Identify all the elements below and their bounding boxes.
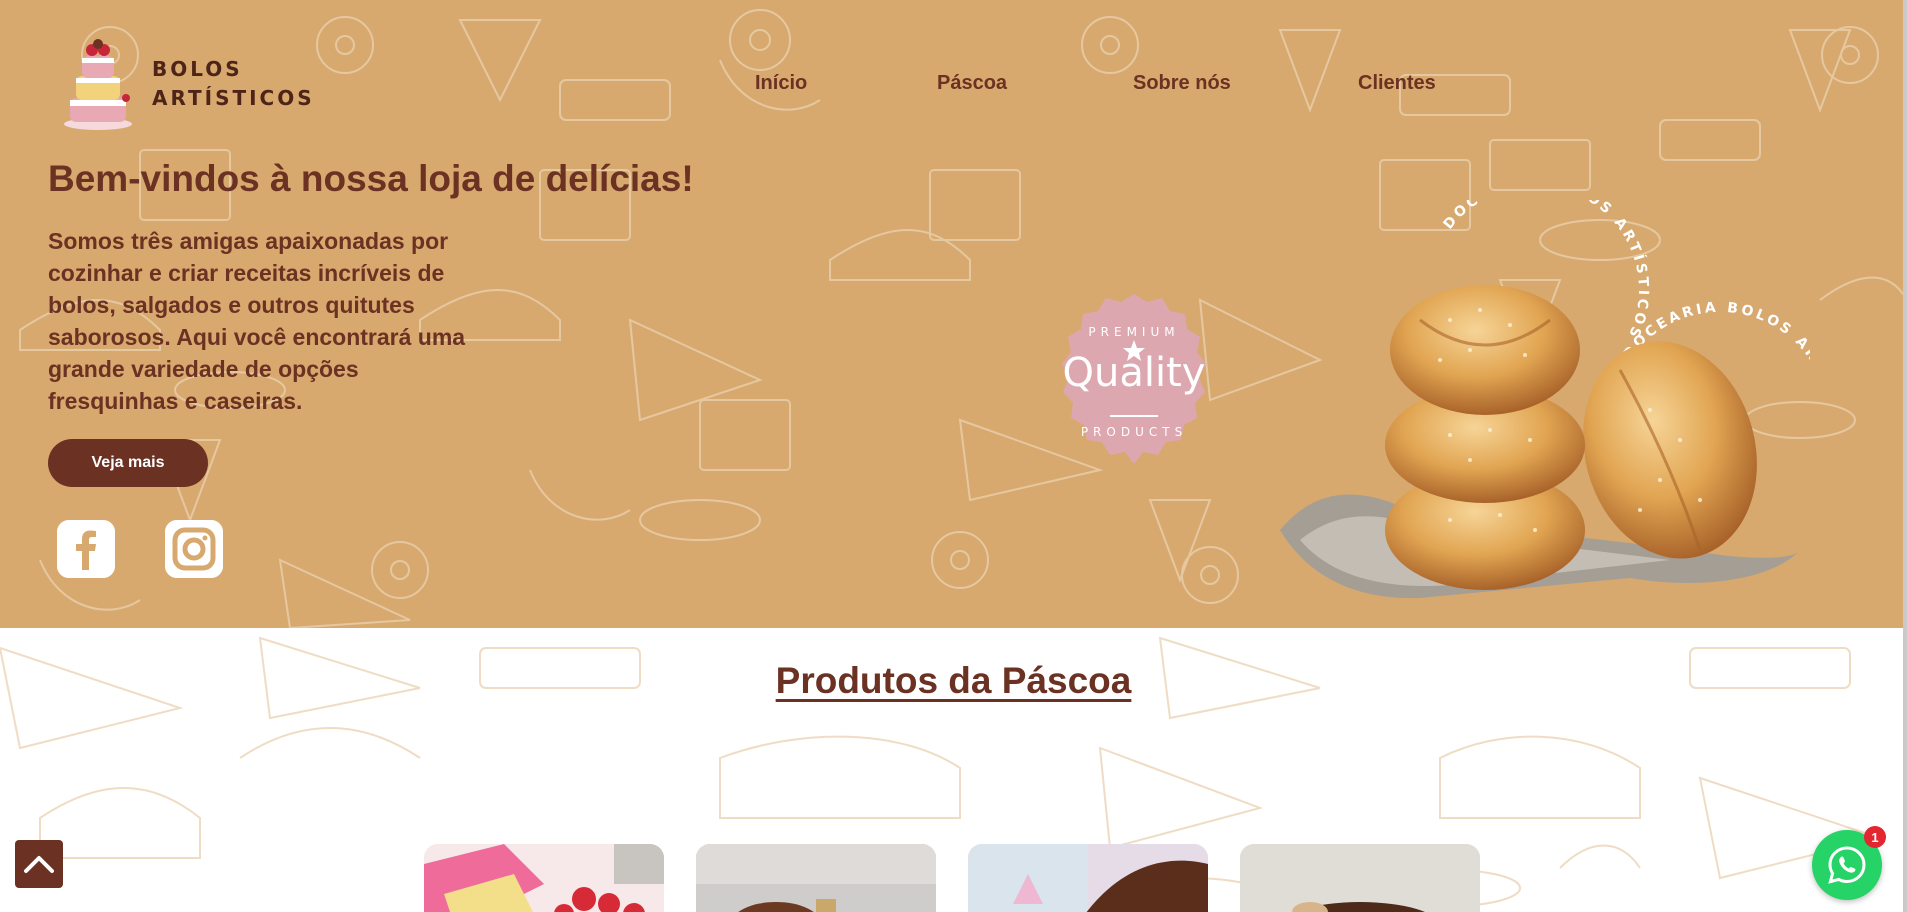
instagram-icon[interactable] — [165, 520, 223, 578]
hero-section: BOLOS ARTÍSTICOS Início Páscoa Sobre nós… — [0, 0, 1907, 628]
main-nav: Início Páscoa Sobre nós Clientes — [0, 72, 1907, 102]
product-card[interactable] — [1240, 844, 1480, 912]
badge-bottom-text: PRODUCTS — [1081, 425, 1187, 439]
products-section: Produtos da Páscoa — [0, 628, 1907, 912]
back-to-top-button[interactable] — [15, 840, 63, 888]
veja-mais-button[interactable]: Veja mais — [48, 439, 208, 487]
chevron-up-icon — [24, 856, 54, 873]
product-card[interactable] — [968, 844, 1208, 912]
nav-link-inicio[interactable]: Início — [755, 72, 807, 95]
nav-link-clientes[interactable]: Clientes — [1358, 72, 1436, 95]
badge-top-text: PREMIUM — [1088, 325, 1179, 339]
product-card[interactable] — [696, 844, 936, 912]
facebook-icon[interactable] — [57, 520, 115, 578]
nav-link-pascoa[interactable]: Páscoa — [937, 72, 1007, 95]
products-section-title: Produtos da Páscoa — [775, 660, 1132, 701]
bread-illustration: DOCEARIA BOLOS ARTÍSTICOS DOCEARIA BOLOS… — [1270, 174, 1837, 610]
hero-description: Somos três amigas apaixonadas por cozinh… — [48, 228, 466, 414]
product-card[interactable] — [424, 844, 664, 912]
whatsapp-icon — [1828, 846, 1866, 884]
nav-link-sobre-nos[interactable]: Sobre nós — [1133, 72, 1231, 95]
page-scrollbar[interactable] — [1903, 0, 1907, 912]
hero-title: Bem-vindos à nossa loja de delícias! — [48, 158, 694, 199]
premium-quality-badge: PREMIUM PRODUCTS Quality — [1044, 288, 1224, 468]
badge-main-text: Quality — [1062, 350, 1206, 396]
whatsapp-notification-badge: 1 — [1864, 826, 1886, 848]
